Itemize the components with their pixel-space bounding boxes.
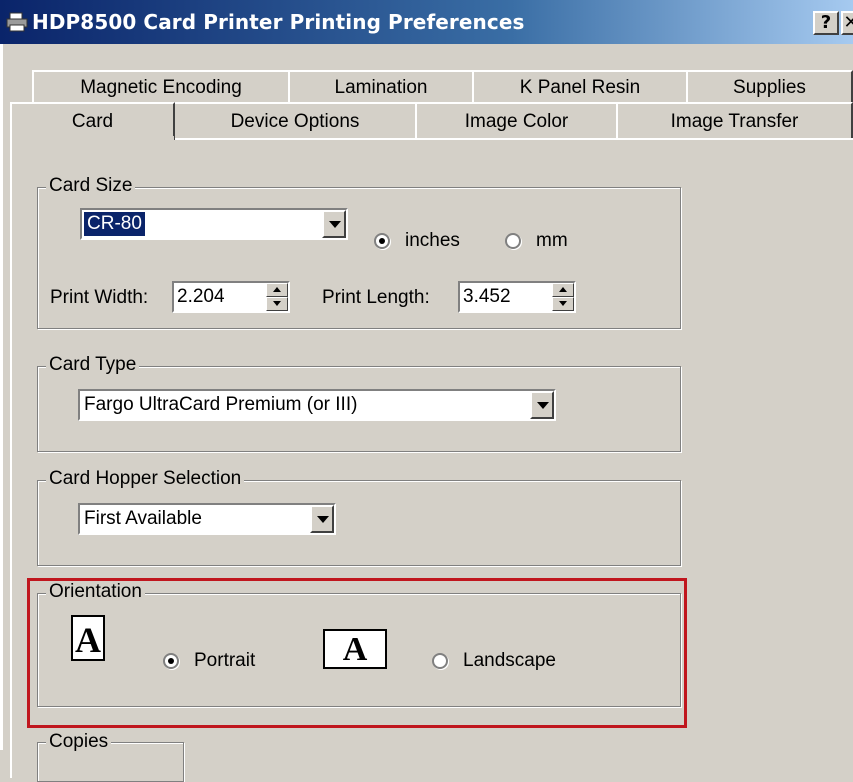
- card-size-dropdown[interactable]: CR-80: [80, 208, 348, 240]
- card-hopper-value: First Available: [84, 508, 202, 529]
- print-width-value: 2.204: [177, 286, 225, 307]
- tab-supplies[interactable]: Supplies: [686, 70, 853, 104]
- window-title: HDP8500 Card Printer Printing Preference…: [32, 10, 525, 34]
- tab-image-color[interactable]: Image Color: [415, 102, 618, 140]
- print-width-spinner[interactable]: 2.204: [172, 281, 290, 313]
- card-size-group: Card Size CR-80 inches mm Print Width: 2…: [37, 175, 681, 329]
- chevron-down-icon[interactable]: [322, 210, 346, 238]
- card-size-value: CR-80: [84, 212, 145, 236]
- tab-card[interactable]: Card: [10, 102, 175, 140]
- card-type-dropdown[interactable]: Fargo UltraCard Premium (or III): [78, 389, 556, 421]
- mm-label: mm: [536, 230, 568, 251]
- help-button[interactable]: ?: [813, 11, 839, 35]
- card-hopper-group: Card Hopper Selection First Available: [37, 468, 681, 566]
- card-size-legend: Card Size: [46, 175, 136, 197]
- chevron-down-icon[interactable]: [310, 505, 334, 533]
- tab-k-panel-resin[interactable]: K Panel Resin: [472, 70, 688, 104]
- card-hopper-legend: Card Hopper Selection: [46, 468, 245, 490]
- print-width-label: Print Width:: [50, 287, 149, 308]
- tab-lamination[interactable]: Lamination: [288, 70, 474, 104]
- chevron-down-icon[interactable]: [530, 391, 554, 419]
- inches-radio[interactable]: [374, 233, 390, 249]
- copies-group: Copies: [37, 731, 184, 782]
- active-tab-join: [12, 136, 174, 142]
- spin-down-icon[interactable]: [266, 297, 288, 311]
- printer-icon: [6, 12, 28, 32]
- print-length-value: 3.452: [463, 286, 511, 307]
- title-bar: HDP8500 Card Printer Printing Preference…: [0, 0, 853, 44]
- inches-label: inches: [405, 230, 460, 251]
- card-type-group: Card Type Fargo UltraCard Premium (or II…: [37, 354, 681, 452]
- window-frame: [0, 44, 3, 750]
- card-type-legend: Card Type: [46, 354, 140, 376]
- close-button[interactable]: ✕: [841, 11, 853, 35]
- orientation-highlight: [27, 578, 687, 728]
- tab-magnetic-encoding[interactable]: Magnetic Encoding: [32, 70, 290, 104]
- print-length-spinner[interactable]: 3.452: [458, 281, 576, 313]
- mm-radio[interactable]: [505, 233, 521, 249]
- card-type-value: Fargo UltraCard Premium (or III): [84, 394, 358, 415]
- print-length-label: Print Length:: [322, 287, 430, 308]
- spin-down-icon[interactable]: [552, 297, 574, 311]
- tab-image-transfer[interactable]: Image Transfer: [616, 102, 853, 140]
- spin-up-icon[interactable]: [552, 283, 574, 297]
- spin-up-icon[interactable]: [266, 283, 288, 297]
- tab-device-options[interactable]: Device Options: [173, 102, 417, 140]
- card-hopper-dropdown[interactable]: First Available: [78, 503, 336, 535]
